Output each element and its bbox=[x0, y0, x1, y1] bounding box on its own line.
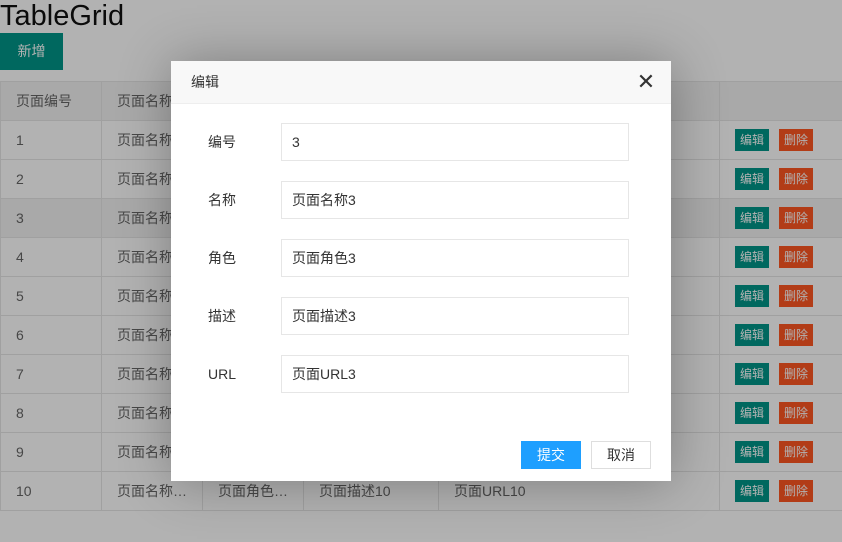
form-row: 角色 bbox=[171, 239, 671, 277]
form-label: 名称 bbox=[208, 192, 236, 208]
form-label: 编号 bbox=[208, 134, 236, 150]
role-field[interactable] bbox=[281, 239, 629, 277]
form-row: 编号 bbox=[171, 123, 671, 161]
dialog-header: 编辑 ✕ bbox=[171, 61, 671, 104]
close-icon[interactable]: ✕ bbox=[636, 71, 656, 93]
dialog-title: 编辑 bbox=[191, 74, 219, 90]
id-field[interactable] bbox=[281, 123, 629, 161]
cancel-button[interactable]: 取消 bbox=[591, 441, 651, 469]
submit-button[interactable]: 提交 bbox=[521, 441, 581, 469]
form-label: URL bbox=[208, 366, 237, 382]
form-label: 描述 bbox=[208, 308, 236, 324]
name-field[interactable] bbox=[281, 181, 629, 219]
form-row: URL bbox=[171, 355, 671, 393]
form-row: 描述 bbox=[171, 297, 671, 335]
form-row: 名称 bbox=[171, 181, 671, 219]
edit-dialog: 编辑 ✕ 编号名称角色描述 URL 提交 取消 bbox=[171, 61, 671, 481]
desc-field[interactable] bbox=[281, 297, 629, 335]
url-field[interactable] bbox=[281, 355, 629, 393]
form-label: 角色 bbox=[208, 250, 236, 266]
